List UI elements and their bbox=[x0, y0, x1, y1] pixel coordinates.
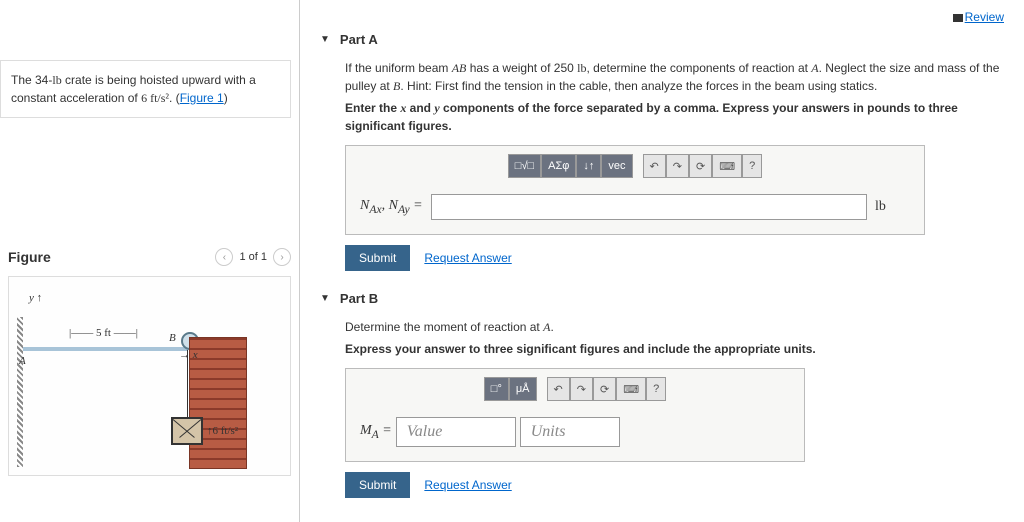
part-b-answer-box: □° μÅ ↶ ↷ ⟳ ⌨ ? MA = Value Units bbox=[345, 368, 805, 462]
part-a-answer-box: □√□ ΑΣφ ↓↑ vec ↶ ↷ ⟳ ⌨ ? NAx, NAy = bbox=[345, 145, 925, 235]
part-b: ▼ Part B Determine the moment of reactio… bbox=[320, 291, 1004, 498]
figure-section: Figure ‹ 1 of 1 › A B y ↑ → x |—— 5 ft —… bbox=[0, 248, 299, 476]
figure-next-button[interactable]: › bbox=[273, 248, 291, 266]
tb-redo-button[interactable]: ↷ bbox=[666, 154, 689, 178]
tb-subscript-button[interactable]: ↓↑ bbox=[576, 154, 601, 178]
problem-text4: ) bbox=[224, 91, 228, 105]
problem-text: The 34- bbox=[11, 73, 52, 87]
problem-unit: lb bbox=[52, 73, 61, 87]
problem-accel: 6 ft/s² bbox=[141, 91, 169, 105]
part-b-units-input[interactable]: Units bbox=[520, 417, 620, 447]
fig-x-axis: → x bbox=[179, 349, 198, 361]
part-a: ▼ Part A If the uniform beam AB has a we… bbox=[320, 32, 1004, 271]
tb-redo-button-b[interactable]: ↷ bbox=[570, 377, 593, 401]
tb-undo-button-b[interactable]: ↶ bbox=[547, 377, 570, 401]
part-a-request-answer-link[interactable]: Request Answer bbox=[424, 251, 511, 265]
part-a-instruction-1: If the uniform beam AB has a weight of 2… bbox=[345, 59, 1004, 95]
part-a-title: Part A bbox=[340, 32, 378, 47]
part-a-instruction-2: Enter the x and y components of the forc… bbox=[345, 99, 1004, 135]
review-link[interactable]: Review bbox=[965, 10, 1004, 24]
part-b-submit-button[interactable]: Submit bbox=[345, 472, 410, 498]
part-b-toggle[interactable]: ▼ bbox=[320, 293, 330, 304]
figure-counter: 1 of 1 bbox=[239, 251, 267, 263]
right-panel: Review ▼ Part A If the uniform beam AB h… bbox=[300, 0, 1024, 522]
tb-template-button[interactable]: □√□ bbox=[508, 154, 541, 178]
figure-nav: ‹ 1 of 1 › bbox=[215, 248, 291, 266]
part-b-value-input[interactable]: Value bbox=[396, 417, 516, 447]
tb-vec-button[interactable]: vec bbox=[601, 154, 632, 178]
part-a-submit-button[interactable]: Submit bbox=[345, 245, 410, 271]
part-b-instruction-2: Express your answer to three significant… bbox=[345, 340, 1004, 358]
part-a-unit-label: lb bbox=[875, 199, 910, 215]
part-b-title: Part B bbox=[340, 291, 378, 306]
fig-accel-label: ↑6 ft/s² bbox=[207, 425, 238, 437]
tb-keyboard-button[interactable]: ⌨ bbox=[712, 154, 742, 178]
figure-title: Figure bbox=[8, 249, 51, 265]
fig-dimension: |—— 5 ft ——| bbox=[69, 327, 138, 339]
part-a-toggle[interactable]: ▼ bbox=[320, 34, 330, 45]
problem-statement: The 34-lb crate is being hoisted upward … bbox=[0, 60, 291, 118]
tb-reset-button-b[interactable]: ⟳ bbox=[593, 377, 616, 401]
tb-help-button[interactable]: ? bbox=[742, 154, 762, 178]
figure-link[interactable]: Figure 1 bbox=[180, 91, 224, 105]
review-icon bbox=[953, 14, 963, 22]
tb-undo-button[interactable]: ↶ bbox=[643, 154, 666, 178]
part-a-toolbar: □√□ ΑΣφ ↓↑ vec ↶ ↷ ⟳ ⌨ ? bbox=[346, 146, 924, 186]
part-a-answer-label: NAx, NAy = bbox=[360, 198, 423, 216]
tb-template-button-b[interactable]: □° bbox=[484, 377, 509, 401]
problem-text3: . ( bbox=[169, 91, 180, 105]
part-a-answer-input[interactable] bbox=[431, 194, 867, 220]
fig-label-B: B bbox=[169, 332, 176, 344]
part-b-answer-label: MA = bbox=[360, 423, 392, 441]
figure-image: A B y ↑ → x |—— 5 ft ——| ↑6 ft/s² bbox=[8, 276, 291, 476]
part-b-request-answer-link[interactable]: Request Answer bbox=[424, 478, 511, 492]
tb-keyboard-button-b[interactable]: ⌨ bbox=[616, 377, 646, 401]
fig-y-axis: y ↑ bbox=[29, 292, 42, 304]
tb-reset-button[interactable]: ⟳ bbox=[689, 154, 712, 178]
tb-units-button-b[interactable]: μÅ bbox=[509, 377, 537, 401]
tb-greek-button[interactable]: ΑΣφ bbox=[541, 154, 576, 178]
part-b-toolbar: □° μÅ ↶ ↷ ⟳ ⌨ ? bbox=[346, 369, 804, 409]
fig-label-A: A bbox=[19, 355, 26, 367]
left-panel: The 34-lb crate is being hoisted upward … bbox=[0, 0, 300, 522]
tb-help-button-b[interactable]: ? bbox=[646, 377, 666, 401]
part-b-instruction-1: Determine the moment of reaction at A. bbox=[345, 318, 1004, 336]
figure-prev-button[interactable]: ‹ bbox=[215, 248, 233, 266]
